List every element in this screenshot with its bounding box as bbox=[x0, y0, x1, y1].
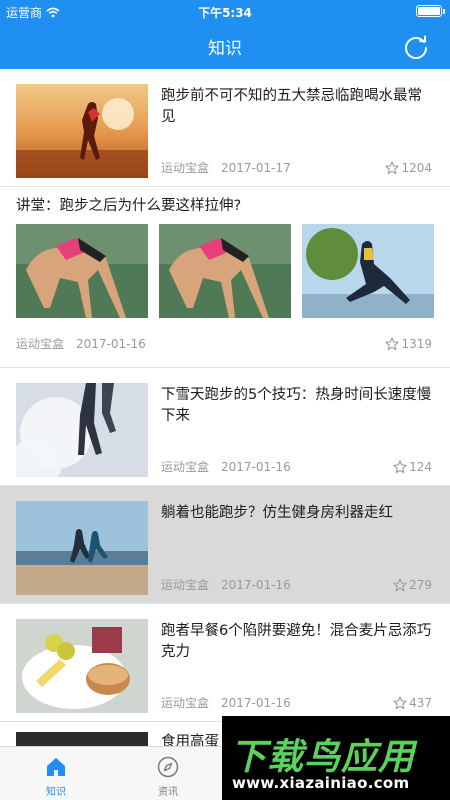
home-icon bbox=[47, 758, 65, 776]
article-date: 2017-01-16 bbox=[76, 336, 146, 351]
list-item[interactable]: 跑步前不可不知的五大禁忌临跑喝水最常见 运动宝盒 2017-01-17 1204 bbox=[0, 69, 450, 187]
article-title[interactable]: 讲堂：跑步之后为什么要这样拉伸? bbox=[16, 196, 432, 217]
favorite-count: 437 bbox=[409, 695, 432, 710]
favorite-button[interactable]: 1319 bbox=[385, 337, 432, 351]
article-meta: 运动宝盒 2017-01-16 279 bbox=[161, 576, 432, 593]
article-source: 运动宝盒 bbox=[161, 161, 210, 175]
tab-label: 知识 bbox=[46, 787, 66, 798]
watermark-logo: 下载鸟应用 www.xiazainiao.com bbox=[222, 716, 450, 800]
article-list[interactable]: 跑步前不可不知的五大禁忌临跑喝水最常见 运动宝盒 2017-01-17 1204… bbox=[0, 69, 450, 746]
article-thumbnail bbox=[16, 732, 148, 746]
article-date: 2017-01-16 bbox=[221, 459, 291, 474]
watermark-url: www.xiazainiao.com bbox=[232, 774, 410, 792]
article-title[interactable]: 跑步前不可不知的五大禁忌临跑喝水最常见 bbox=[161, 86, 432, 128]
status-bar: 运营商 下午5:34 bbox=[0, 0, 450, 22]
page-title: 知识 bbox=[208, 39, 242, 59]
favorite-count: 1204 bbox=[401, 160, 432, 175]
article-source: 运动宝盒 bbox=[161, 460, 210, 474]
article-title[interactable]: 跑者早餐6个陷阱要避免！混合麦片忌添巧克力 bbox=[161, 621, 432, 663]
favorite-button[interactable]: 1204 bbox=[385, 161, 432, 175]
article-image bbox=[159, 224, 291, 318]
tab-knowledge[interactable]: 知识 bbox=[26, 755, 86, 798]
list-item[interactable]: 下雪天跑步的5个技巧：热身时间长速度慢下来 运动宝盒 2017-01-16 12… bbox=[0, 368, 450, 486]
article-thumbnail bbox=[16, 501, 148, 595]
article-thumbnail bbox=[16, 383, 148, 477]
star-icon bbox=[393, 459, 407, 473]
battery-icon bbox=[416, 5, 445, 17]
article-source: 运动宝盒 bbox=[16, 337, 65, 351]
status-time: 下午5:34 bbox=[198, 6, 252, 20]
refresh-button[interactable] bbox=[402, 33, 430, 61]
favorite-count: 279 bbox=[409, 577, 432, 592]
article-date: 2017-01-16 bbox=[221, 695, 291, 710]
list-item-selected[interactable]: 躺着也能跑步？仿生健身房利器走红 运动宝盒 2017-01-16 279 bbox=[0, 486, 450, 604]
article-meta: 运动宝盒 2017-01-16 124 bbox=[161, 458, 432, 475]
refresh-icon bbox=[405, 35, 427, 59]
compass-icon bbox=[157, 756, 179, 778]
app-header: 运营商 下午5:34 知识 bbox=[0, 0, 450, 69]
article-meta: 运动宝盒 2017-01-16 437 bbox=[161, 694, 432, 711]
article-source: 运动宝盒 bbox=[161, 696, 210, 710]
article-meta: 运动宝盒 2017-01-16 1319 bbox=[16, 335, 432, 352]
article-thumbnail bbox=[16, 84, 148, 178]
article-image bbox=[16, 224, 148, 318]
watermark-brand: 下载鸟应用 bbox=[230, 737, 416, 778]
list-item[interactable]: 跑者早餐6个陷阱要避免！混合麦片忌添巧克力 运动宝盒 2017-01-16 43… bbox=[0, 604, 450, 722]
list-item[interactable]: 讲堂：跑步之后为什么要这样拉伸? 运动宝盒 2017-01-16 1319 bbox=[0, 187, 450, 368]
star-icon bbox=[393, 695, 407, 709]
article-date: 2017-01-17 bbox=[221, 160, 291, 175]
article-source: 运动宝盒 bbox=[161, 578, 210, 592]
star-icon bbox=[385, 160, 400, 174]
favorite-count: 124 bbox=[409, 459, 432, 474]
article-thumbnail bbox=[16, 619, 148, 713]
article-title[interactable]: 下雪天跑步的5个技巧：热身时间长速度慢下来 bbox=[161, 385, 432, 427]
favorite-button[interactable]: 279 bbox=[393, 578, 432, 592]
article-title[interactable]: 躺着也能跑步？仿生健身房利器走红 bbox=[161, 503, 432, 524]
tab-news[interactable]: 资讯 bbox=[138, 755, 198, 798]
article-date: 2017-01-16 bbox=[221, 577, 291, 592]
star-icon bbox=[393, 577, 407, 591]
article-meta: 运动宝盒 2017-01-17 1204 bbox=[161, 159, 432, 176]
star-icon bbox=[385, 336, 400, 350]
favorite-button[interactable]: 124 bbox=[393, 460, 432, 474]
favorite-button[interactable]: 437 bbox=[393, 696, 432, 710]
tab-label: 资讯 bbox=[158, 787, 178, 798]
article-image bbox=[302, 224, 434, 318]
favorite-count: 1319 bbox=[401, 336, 432, 351]
